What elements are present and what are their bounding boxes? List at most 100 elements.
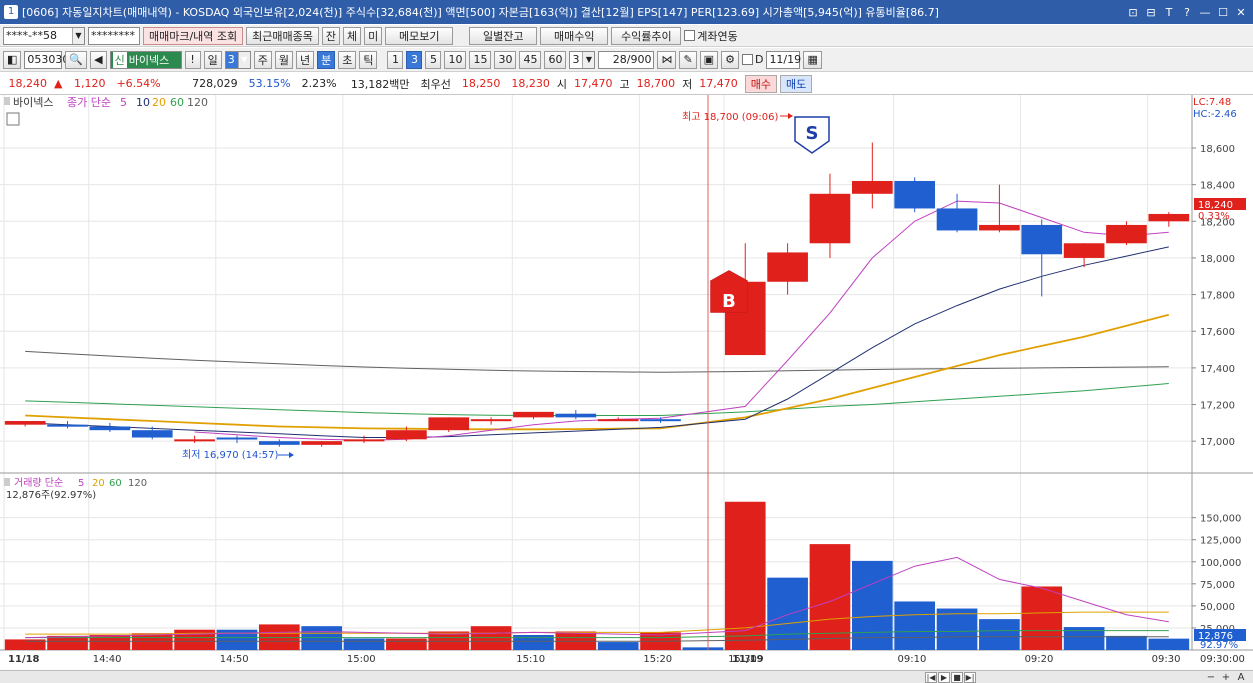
stock-name-field[interactable]: 신 바이넥스 xyxy=(109,50,182,69)
recent-trades-button[interactable]: 최근매매종목 xyxy=(246,26,319,45)
period-tick-button[interactable]: 틱 xyxy=(359,50,378,69)
unfilled-button[interactable]: 미 xyxy=(364,26,383,45)
price-tick-label: 18,600 xyxy=(1200,144,1235,155)
window-icon[interactable]: ◧ xyxy=(3,50,22,69)
volume-bar xyxy=(682,647,724,650)
candle-body xyxy=(597,419,639,422)
trade-profit-button[interactable]: 매매수익 xyxy=(540,26,609,45)
volume-bar xyxy=(597,642,639,650)
split-icon[interactable]: ⊟ xyxy=(1145,6,1157,19)
price-tick-label: 17,000 xyxy=(1200,437,1235,448)
alert-button[interactable]: ! xyxy=(184,50,201,69)
volume-bar xyxy=(851,560,893,650)
stop-icon[interactable]: ■ xyxy=(951,671,963,683)
volume-info: 12,876주(92.97%) xyxy=(6,490,96,501)
account-link-checkbox[interactable]: 계좌연동 xyxy=(684,28,738,44)
period-num-select[interactable]: 3 ▼ xyxy=(224,50,251,69)
app-icon: 1 xyxy=(4,5,18,19)
candle-body xyxy=(386,430,427,440)
low-price: 17,470 xyxy=(699,77,738,90)
interval-60-button[interactable]: 60 xyxy=(544,50,567,69)
sell-button[interactable]: 매도 xyxy=(780,74,813,93)
stock-code-input[interactable]: 053030 xyxy=(24,50,69,69)
help-icon[interactable]: ? xyxy=(1181,6,1193,19)
account-select[interactable]: ****-**58 ▼ xyxy=(3,26,85,45)
volume-bar xyxy=(936,608,978,650)
chevron-down-icon[interactable]: ▼ xyxy=(582,51,595,68)
table-icon[interactable] xyxy=(6,112,20,126)
candlestick-chart[interactable]: 17,000 17,200 17,400 17,600 17,800 18,000 18,2… xyxy=(0,95,1253,670)
current-price-tag-text: 18,240 xyxy=(1198,200,1233,211)
buy-button[interactable]: 매수 xyxy=(744,74,778,93)
interval-45-button[interactable]: 45 xyxy=(519,50,542,69)
low-label: 저 xyxy=(682,77,693,91)
memo-view-button[interactable]: 메모보기 xyxy=(385,26,454,45)
filled-button[interactable]: 체 xyxy=(343,26,362,45)
period-month-button[interactable]: 월 xyxy=(274,50,293,69)
next-icon[interactable]: ▶| xyxy=(964,671,976,683)
save-icon[interactable]: ▣ xyxy=(699,50,719,69)
trade-mark-query-button[interactable]: 매매마크/내역 조회 xyxy=(143,26,244,45)
candle-body xyxy=(894,180,936,209)
interval-30-button[interactable]: 30 xyxy=(494,50,517,69)
interval-5-button[interactable]: 5 xyxy=(425,50,442,69)
date-checkbox[interactable]: D xyxy=(741,53,763,66)
scroll-controls: |◀ ▶ ■ ▶| xyxy=(925,671,976,683)
volume-bar xyxy=(1106,635,1147,650)
zoom-out-icon[interactable]: − xyxy=(1205,672,1217,683)
period-year-button[interactable]: 년 xyxy=(295,50,315,69)
period-minute-button[interactable]: 분 xyxy=(317,50,336,69)
interval-1-button[interactable]: 1 xyxy=(387,50,404,69)
search-icon[interactable]: 🔍 xyxy=(65,50,88,69)
zoom-in-icon[interactable]: + xyxy=(1220,672,1232,683)
up-arrow-icon: ▲ xyxy=(54,77,63,90)
high-price: 18,700 xyxy=(636,77,676,90)
candle-body xyxy=(767,252,808,282)
speaker-icon[interactable]: ◀ xyxy=(90,50,107,69)
layout-icon[interactable]: ⊡ xyxy=(1127,6,1139,19)
interval-15-button[interactable]: 15 xyxy=(469,50,492,69)
legend-ma120: 120 xyxy=(187,96,208,109)
window-title: [0606] 자동일지차트(매매내역) - KOSDAQ 외국인보유[2,024… xyxy=(22,6,939,19)
period-week-button[interactable]: 주 xyxy=(253,50,272,69)
balance-button[interactable]: 잔 xyxy=(321,26,341,45)
interval-10-button[interactable]: 10 xyxy=(444,50,467,69)
checkbox-box[interactable] xyxy=(684,30,696,41)
hc-label: HC:-2.46 xyxy=(1193,109,1237,120)
chevron-down-icon[interactable]: ▼ xyxy=(72,27,84,44)
account-value: ****-**58 xyxy=(6,29,57,42)
time-tick-label: 11/18 xyxy=(8,654,40,665)
font-size-icon[interactable]: A xyxy=(1235,672,1247,683)
page-field[interactable]: 28 /900 xyxy=(598,50,655,69)
interval-3-button[interactable]: 3 xyxy=(406,50,423,69)
minimize-icon[interactable]: — xyxy=(1199,6,1211,19)
legend-ma10: 10 xyxy=(136,96,150,109)
chart-tools-icon[interactable]: ⋈ xyxy=(657,50,677,69)
date-field[interactable]: 11/19 xyxy=(766,50,801,69)
time-tick-label: 09:30 xyxy=(1152,654,1181,665)
count-select[interactable]: 3 ▼ xyxy=(569,50,596,69)
daily-balance-button[interactable]: 일별잔고 xyxy=(469,26,538,45)
return-trend-button[interactable]: 수익률추이 xyxy=(611,26,682,45)
candle-body xyxy=(89,426,131,431)
market-badge: 신 xyxy=(112,51,127,68)
candle-body xyxy=(343,439,385,442)
open-label: 시 xyxy=(556,77,568,91)
close-icon[interactable]: ✕ xyxy=(1235,6,1247,19)
play-icon[interactable]: ▶ xyxy=(938,671,950,683)
chevron-down-icon[interactable]: ▼ xyxy=(237,51,250,68)
first-page-icon[interactable]: |◀ xyxy=(925,671,937,683)
pin-icon[interactable]: T xyxy=(1163,6,1175,19)
gear-icon[interactable]: ⚙ xyxy=(721,50,739,69)
password-field[interactable]: ******** xyxy=(88,26,140,45)
checkbox-box[interactable] xyxy=(741,54,753,65)
draw-tools-icon[interactable]: ✎ xyxy=(679,50,697,69)
bid-price: 18,230 xyxy=(511,77,550,90)
period-day-button[interactable]: 일 xyxy=(203,50,222,69)
sell-marker-label: S xyxy=(806,123,819,144)
calendar-icon[interactable]: ▦ xyxy=(803,50,822,69)
period-second-button[interactable]: 초 xyxy=(338,50,357,69)
buy-marker[interactable]: B xyxy=(710,270,748,313)
volume-bar xyxy=(343,638,385,650)
maximize-icon[interactable]: ☐ xyxy=(1217,6,1229,19)
